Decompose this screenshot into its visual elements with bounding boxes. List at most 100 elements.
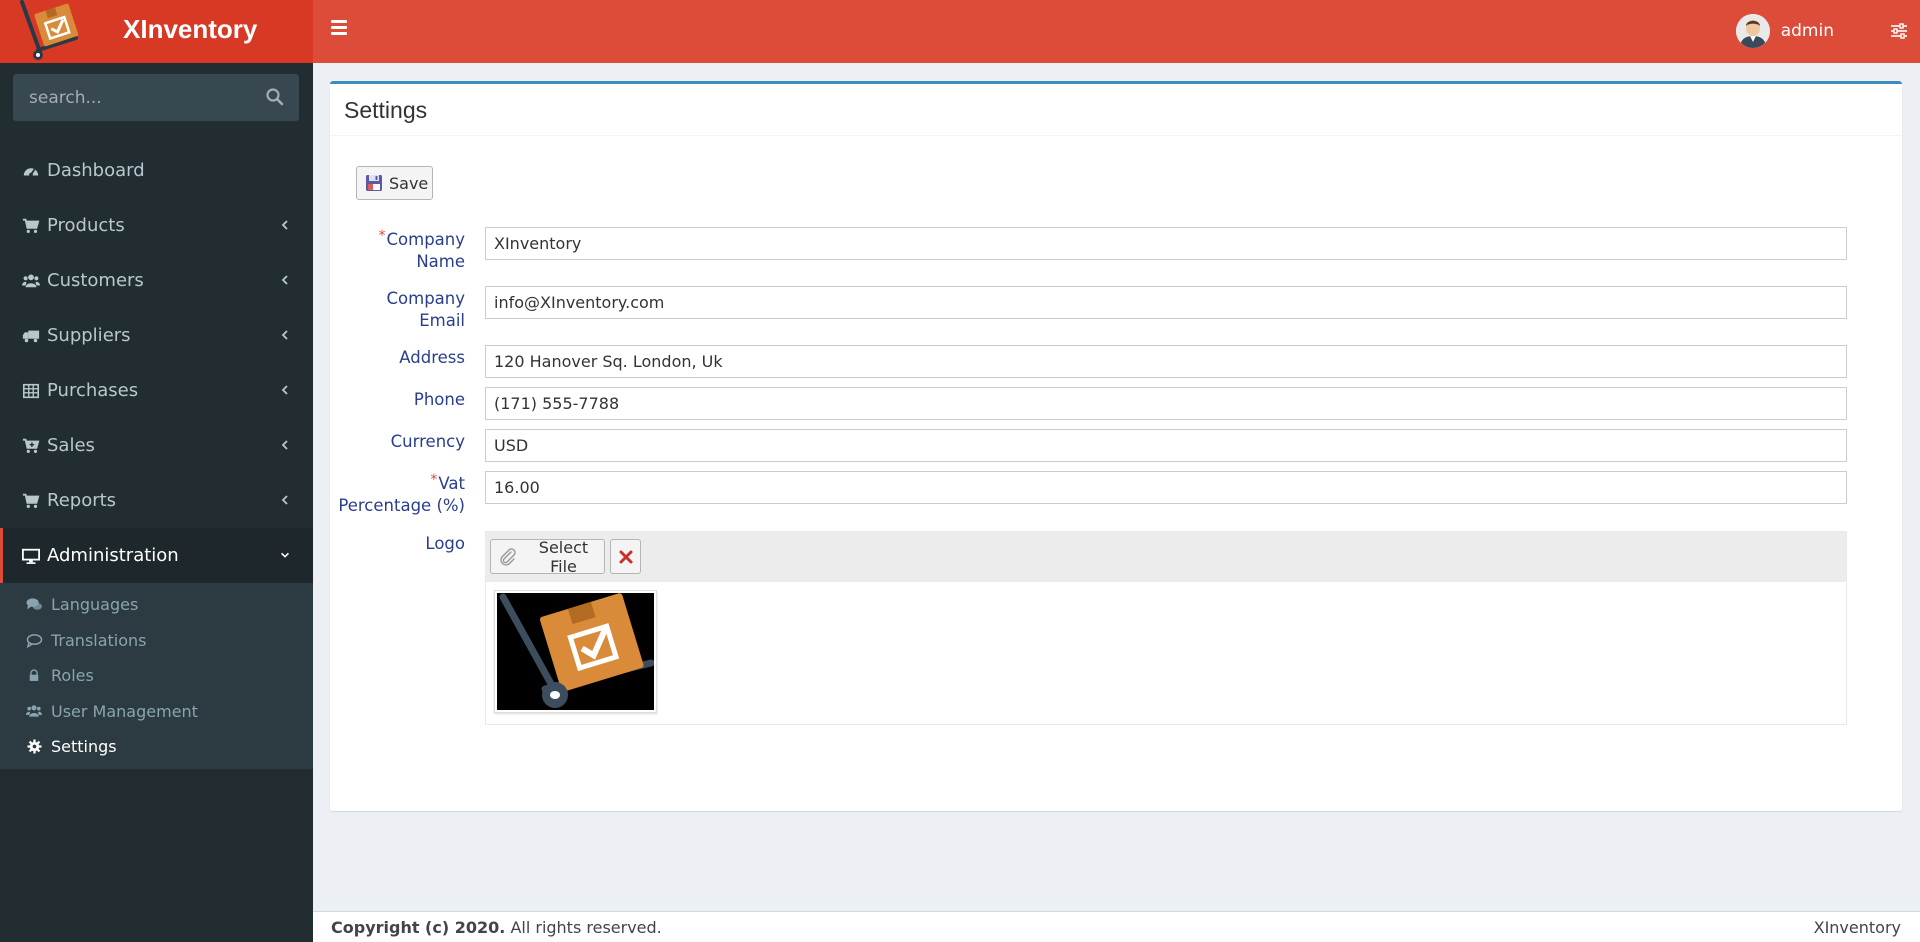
- gear-icon: [25, 739, 43, 755]
- close-icon: [619, 550, 632, 563]
- chevron-left-icon: [281, 275, 288, 285]
- sidebar-item-sales[interactable]: Sales: [0, 418, 313, 473]
- sidebar-item-label: Products: [47, 215, 125, 236]
- top-navbar: admin: [313, 0, 1920, 63]
- sidebar-item-label: User Management: [51, 701, 198, 721]
- cart-icon: [21, 491, 41, 511]
- chevron-down-icon: [281, 552, 289, 558]
- save-button-label: Save: [389, 173, 429, 193]
- user-name: admin: [1780, 21, 1834, 41]
- hamburger-bar: [331, 20, 347, 23]
- chevron-left-icon: [281, 440, 288, 450]
- sidebar-item-label: Customers: [47, 270, 144, 291]
- sidebar-item-suppliers[interactable]: Suppliers: [0, 308, 313, 363]
- logo-preview-image: [494, 590, 657, 713]
- currency-input[interactable]: [485, 429, 1847, 462]
- sidebar-item-translations[interactable]: Translations: [0, 623, 313, 659]
- settings-box: Settings Save *Company Name Company Emai…: [330, 81, 1902, 811]
- company-email-input[interactable]: [485, 286, 1847, 319]
- select-file-button[interactable]: Select File: [490, 537, 605, 576]
- remove-file-button[interactable]: [610, 539, 641, 574]
- sidebar-item-languages[interactable]: Languages: [0, 587, 313, 623]
- phone-label: Phone: [413, 390, 465, 409]
- comment-icon: [25, 632, 43, 648]
- desktop-icon: [21, 546, 41, 566]
- search-input[interactable]: [13, 87, 253, 108]
- logo-uploader: Select File: [485, 531, 1847, 725]
- sidebar-item-label: Languages: [51, 595, 139, 615]
- address-input[interactable]: [485, 345, 1847, 378]
- vat-percentage-input[interactable]: [485, 471, 1847, 504]
- users-icon: [21, 271, 41, 291]
- cart-plus-icon: [21, 436, 41, 456]
- sidebar-item-label: Administration: [47, 545, 179, 566]
- paperclip-icon: [500, 547, 516, 566]
- brand[interactable]: XInventory: [0, 0, 313, 63]
- floppy-disk-icon: [366, 175, 382, 191]
- sidebar-menu: Dashboard Products Customers Suppliers P…: [0, 143, 313, 769]
- logo-icon: [497, 593, 655, 710]
- company-email-label: Company Email: [386, 289, 466, 330]
- company-name-label: *Company Name: [378, 228, 466, 271]
- sidebar-item-administration[interactable]: Administration: [0, 528, 313, 583]
- sidebar-item-label: Reports: [47, 490, 117, 511]
- comments-icon: [25, 597, 43, 613]
- chevron-left-icon: [281, 495, 288, 505]
- logo-label: Logo: [425, 534, 465, 553]
- required-asterisk: *: [378, 228, 386, 244]
- logo-toolbar: Select File: [486, 532, 1846, 582]
- sidebar-item-label: Sales: [47, 435, 95, 456]
- hamburger-bar: [331, 32, 347, 35]
- table-icon: [21, 381, 41, 401]
- page-title: Settings: [344, 97, 428, 123]
- logo-icon: [20, 0, 79, 60]
- chevron-left-icon: [281, 385, 288, 395]
- chevron-left-icon: [281, 330, 288, 340]
- user-avatar-icon: [1735, 14, 1770, 48]
- sidebar-item-label: Suppliers: [47, 325, 131, 346]
- sidebar-item-settings[interactable]: Settings: [0, 729, 313, 765]
- sidebar-item-products[interactable]: Products: [0, 198, 313, 253]
- app-header: XInventory admin: [0, 0, 1920, 63]
- save-button[interactable]: Save: [356, 166, 433, 200]
- sidebar-item-dashboard[interactable]: Dashboard: [0, 143, 313, 198]
- sidebar-item-label: Roles: [51, 666, 94, 686]
- phone-input[interactable]: [485, 387, 1847, 420]
- administration-submenu-wrapper: Languages Translations Roles User Manage…: [0, 583, 313, 769]
- sidebar-item-label: Settings: [51, 737, 117, 757]
- user-menu[interactable]: admin: [1735, 14, 1834, 48]
- sidebar: Dashboard Products Customers Suppliers: [0, 63, 313, 942]
- sidebar-toggle-button[interactable]: [331, 20, 347, 36]
- hamburger-bar: [331, 26, 347, 29]
- sidebar-item-reports[interactable]: Reports: [0, 473, 313, 528]
- chevron-left-icon: [281, 220, 288, 230]
- required-asterisk: *: [430, 472, 438, 488]
- sidebar-item-roles[interactable]: Roles: [0, 658, 313, 694]
- select-file-label: Select File: [538, 537, 589, 576]
- lock-icon: [25, 668, 43, 684]
- footer-copyright: Copyright (c) 2020. All rights reserved.: [331, 918, 662, 937]
- sidebar-search: [13, 74, 299, 121]
- address-label: Address: [399, 348, 465, 367]
- sliders-icon[interactable]: [1890, 22, 1908, 40]
- sidebar-item-user-management[interactable]: User Management: [0, 694, 313, 730]
- currency-label: Currency: [390, 432, 465, 451]
- administration-submenu: Languages Translations Roles User Manage…: [0, 583, 313, 769]
- vat-percentage-label: *Vat Percentage (%): [338, 472, 465, 515]
- search-icon[interactable]: [265, 87, 285, 107]
- sidebar-item-label: Purchases: [47, 380, 139, 401]
- cart-icon: [21, 216, 41, 236]
- sidebar-item-purchases[interactable]: Purchases: [0, 363, 313, 418]
- company-name-input[interactable]: [485, 227, 1847, 260]
- sidebar-item-label: Translations: [51, 630, 147, 650]
- sidebar-item-label: Dashboard: [47, 160, 145, 181]
- box-header: Settings: [330, 84, 1902, 136]
- users-icon: [25, 703, 43, 719]
- sidebar-item-customers[interactable]: Customers: [0, 253, 313, 308]
- brand-name: XInventory: [123, 14, 258, 44]
- footer: Copyright (c) 2020. All rights reserved.…: [313, 911, 1920, 942]
- footer-app-name: XInventory: [1813, 918, 1901, 937]
- truck-icon: [21, 326, 41, 346]
- dashboard-icon: [21, 161, 41, 181]
- avatar: [1735, 14, 1770, 48]
